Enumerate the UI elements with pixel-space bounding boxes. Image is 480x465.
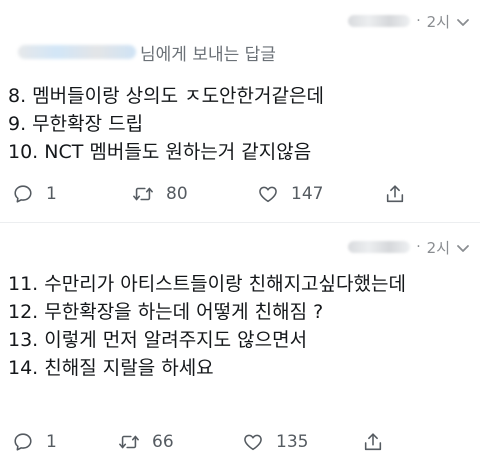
speech-bubble-icon bbox=[14, 433, 32, 451]
author-name-redacted bbox=[348, 15, 411, 27]
tweet-2-line-13: 13. 이렇게 먼저 알려주지도 않으면서 bbox=[8, 329, 308, 351]
tweet-2-actions: 1 66 135 bbox=[0, 428, 480, 456]
reply-count: 1 bbox=[46, 432, 57, 452]
tweet-2-time: 2시 bbox=[426, 238, 450, 257]
like-count: 147 bbox=[291, 184, 324, 204]
share-button[interactable] bbox=[362, 428, 384, 456]
like-count: 135 bbox=[276, 432, 309, 452]
retweet-button[interactable]: 80 bbox=[132, 180, 188, 208]
separator-dot: · bbox=[416, 239, 421, 255]
tweet-1-meta: · 2시 bbox=[300, 10, 450, 32]
retweet-count: 66 bbox=[152, 432, 174, 452]
retweet-count: 80 bbox=[166, 184, 188, 204]
tweet-1-line-8: 8. 멤버들이랑 상의도 ㅈ도안한거같은데 bbox=[8, 85, 324, 107]
tweet-1-line-10: 10. NCT 멤버들도 원하는거 같지않음 bbox=[8, 141, 312, 163]
retweet-arrows-icon bbox=[133, 187, 153, 201]
tweet-2-text: 11. 수만리가 아티스트들이랑 친해지고싶다했는데 12. 무한확장을 하는데… bbox=[8, 270, 460, 382]
chevron-down-icon[interactable] bbox=[454, 13, 472, 31]
tweet-2-line-12: 12. 무한확장을 하는데 어떻게 친해짐 ? bbox=[8, 301, 324, 323]
tweet-2-meta: · 2시 bbox=[300, 236, 450, 258]
heart-icon bbox=[244, 434, 262, 451]
like-button[interactable]: 135 bbox=[242, 428, 308, 456]
tweet-2-line-14: 14. 친해질 지랄을 하세요 bbox=[8, 357, 214, 379]
reply-handle-redacted[interactable] bbox=[18, 45, 136, 59]
reply-to-line: 님에게 보내는 답글 bbox=[18, 40, 276, 65]
tweet-1-actions: 1 80 147 bbox=[0, 180, 480, 208]
reply-button[interactable]: 1 bbox=[12, 180, 57, 208]
share-upload-icon bbox=[386, 185, 404, 203]
reply-button[interactable]: 1 bbox=[12, 428, 57, 456]
tweet-2-line-11: 11. 수만리가 아티스트들이랑 친해지고싶다했는데 bbox=[8, 273, 406, 295]
reply-to-label: 님에게 보내는 답글 bbox=[140, 44, 276, 65]
tweet-1-text: 8. 멤버들이랑 상의도 ㅈ도안한거같은데 9. 무한확장 드립 10. NCT… bbox=[8, 82, 472, 166]
tweet-divider bbox=[0, 222, 480, 223]
like-button[interactable]: 147 bbox=[257, 180, 323, 208]
speech-bubble-icon bbox=[14, 185, 32, 203]
retweet-button[interactable]: 66 bbox=[118, 428, 174, 456]
tweet-1-time: 2시 bbox=[426, 12, 450, 31]
tweet-1-line-9: 9. 무한확장 드립 bbox=[8, 113, 144, 135]
share-button[interactable] bbox=[384, 180, 406, 208]
reply-count: 1 bbox=[46, 184, 57, 204]
share-upload-icon bbox=[364, 433, 382, 451]
heart-icon bbox=[259, 186, 277, 203]
chevron-down-icon[interactable] bbox=[454, 239, 472, 257]
separator-dot: · bbox=[416, 13, 421, 29]
author-name-redacted bbox=[348, 241, 411, 253]
retweet-arrows-icon bbox=[119, 435, 139, 449]
